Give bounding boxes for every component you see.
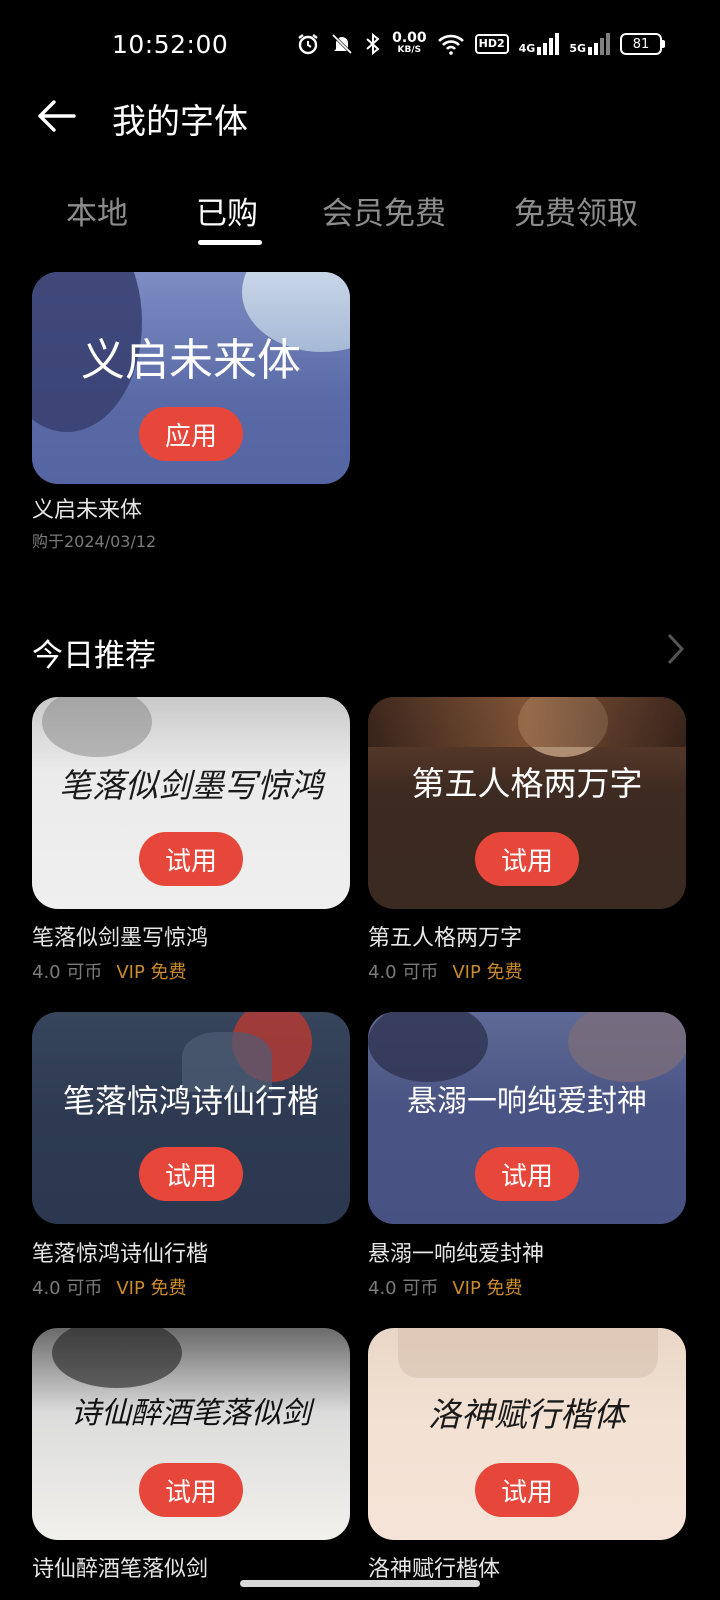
home-indicator[interactable]: [240, 1580, 480, 1587]
purchased-font-card[interactable]: 义启未来体 应用: [32, 272, 350, 484]
net-speed-value: 0.00: [392, 30, 427, 46]
font-preview-text: 第五人格两万字: [411, 764, 643, 803]
font-name: 第五人格两万字: [368, 926, 523, 951]
try-button[interactable]: 试用: [475, 1463, 579, 1517]
try-button[interactable]: 试用: [475, 832, 579, 886]
chevron-right-icon: [667, 633, 685, 665]
font-preview-text: 笔落似剑墨写惊鸿: [59, 766, 323, 805]
try-button[interactable]: 试用: [475, 1147, 579, 1201]
status-bar: 10:52:00 0.00 KB/S HD2 4G 5G 81: [0, 0, 720, 90]
net-speed-unit: KB/S: [397, 45, 422, 55]
tab-purchased[interactable]: 已购: [196, 188, 258, 233]
purchased-font-name: 义启未来体: [32, 498, 143, 523]
vip-badge: VIP 免费: [116, 1278, 187, 1299]
tab-free-claim[interactable]: 免费领取: [514, 188, 638, 233]
vip-badge: VIP 免费: [116, 962, 187, 983]
back-button[interactable]: [36, 96, 76, 136]
signal-5g: 5G: [569, 33, 610, 55]
net-speed: 0.00 KB/S: [392, 30, 427, 56]
battery-indicator: 81: [620, 33, 665, 55]
signal-4g: 4G: [519, 33, 560, 55]
font-name: 笔落似剑墨写惊鸿: [32, 926, 209, 951]
vip-badge: VIP 免费: [452, 1278, 523, 1299]
font-preview-text: 笔落惊鸿诗仙行楷: [62, 1082, 319, 1120]
font-preview-text: 洛神赋行楷体: [428, 1395, 626, 1434]
status-icons: 0.00 KB/S HD2 4G 5G 81: [296, 30, 665, 58]
tab-bar: 本地 已购 会员免费 免费领取: [0, 180, 720, 250]
tab-local[interactable]: 本地: [66, 188, 128, 233]
section-title-recommend: 今日推荐: [32, 638, 156, 674]
font-price: 4.0 可币 VIP 免费: [368, 1278, 523, 1299]
font-preview-text: 悬溺一响纯爱封神: [407, 1084, 647, 1119]
alarm-icon: [296, 30, 320, 58]
purchase-date: 购于2024/03/12: [32, 532, 157, 551]
font-card-5[interactable]: 诗仙醉酒笔落似剑 试用: [32, 1328, 350, 1540]
page-title: 我的字体: [112, 102, 248, 142]
font-price: 4.0 可币 VIP 免费: [32, 962, 187, 983]
font-card-2[interactable]: 第五人格两万字 试用: [368, 697, 686, 909]
recommend-more-button[interactable]: [666, 632, 686, 666]
font-name: 诗仙醉酒笔落似剑: [32, 1557, 209, 1582]
active-tab-indicator: [198, 240, 262, 245]
status-time: 10:52:00: [112, 30, 229, 59]
try-button[interactable]: 试用: [139, 1463, 243, 1517]
wifi-icon: [437, 30, 465, 58]
app-header: 我的字体: [0, 80, 720, 150]
signal-5g-label: 5G: [569, 42, 586, 55]
font-card-6[interactable]: 洛神赋行楷体 试用: [368, 1328, 686, 1540]
font-card-1[interactable]: 笔落似剑墨写惊鸿 试用: [32, 697, 350, 909]
signal-4g-label: 4G: [518, 42, 536, 55]
font-name: 悬溺一响纯爱封神: [368, 1242, 545, 1267]
try-button[interactable]: 试用: [139, 1147, 243, 1201]
font-price: 4.0 可币 VIP 免费: [368, 962, 523, 983]
bluetooth-icon: [364, 30, 382, 58]
mute-bell-icon: [330, 30, 354, 58]
font-name: 笔落惊鸿诗仙行楷: [32, 1242, 209, 1267]
font-price: 4.0 可币 VIP 免费: [32, 1278, 187, 1299]
hd-voice-badge: HD2: [474, 34, 509, 54]
font-name: 洛神赋行楷体: [368, 1557, 501, 1582]
font-card-3[interactable]: 笔落惊鸿诗仙行楷 试用: [32, 1012, 350, 1224]
font-card-4[interactable]: 悬溺一响纯爱封神 试用: [368, 1012, 686, 1224]
try-button[interactable]: 试用: [139, 832, 243, 886]
back-arrow-icon: [38, 100, 76, 132]
battery-level: 81: [632, 36, 650, 52]
vip-badge: VIP 免费: [452, 962, 523, 983]
apply-button[interactable]: 应用: [139, 407, 243, 461]
font-preview-text: 诗仙醉酒笔落似剑: [71, 1396, 311, 1431]
font-preview-text: 义启未来体: [81, 335, 301, 386]
tab-member-free[interactable]: 会员免费: [322, 188, 446, 233]
